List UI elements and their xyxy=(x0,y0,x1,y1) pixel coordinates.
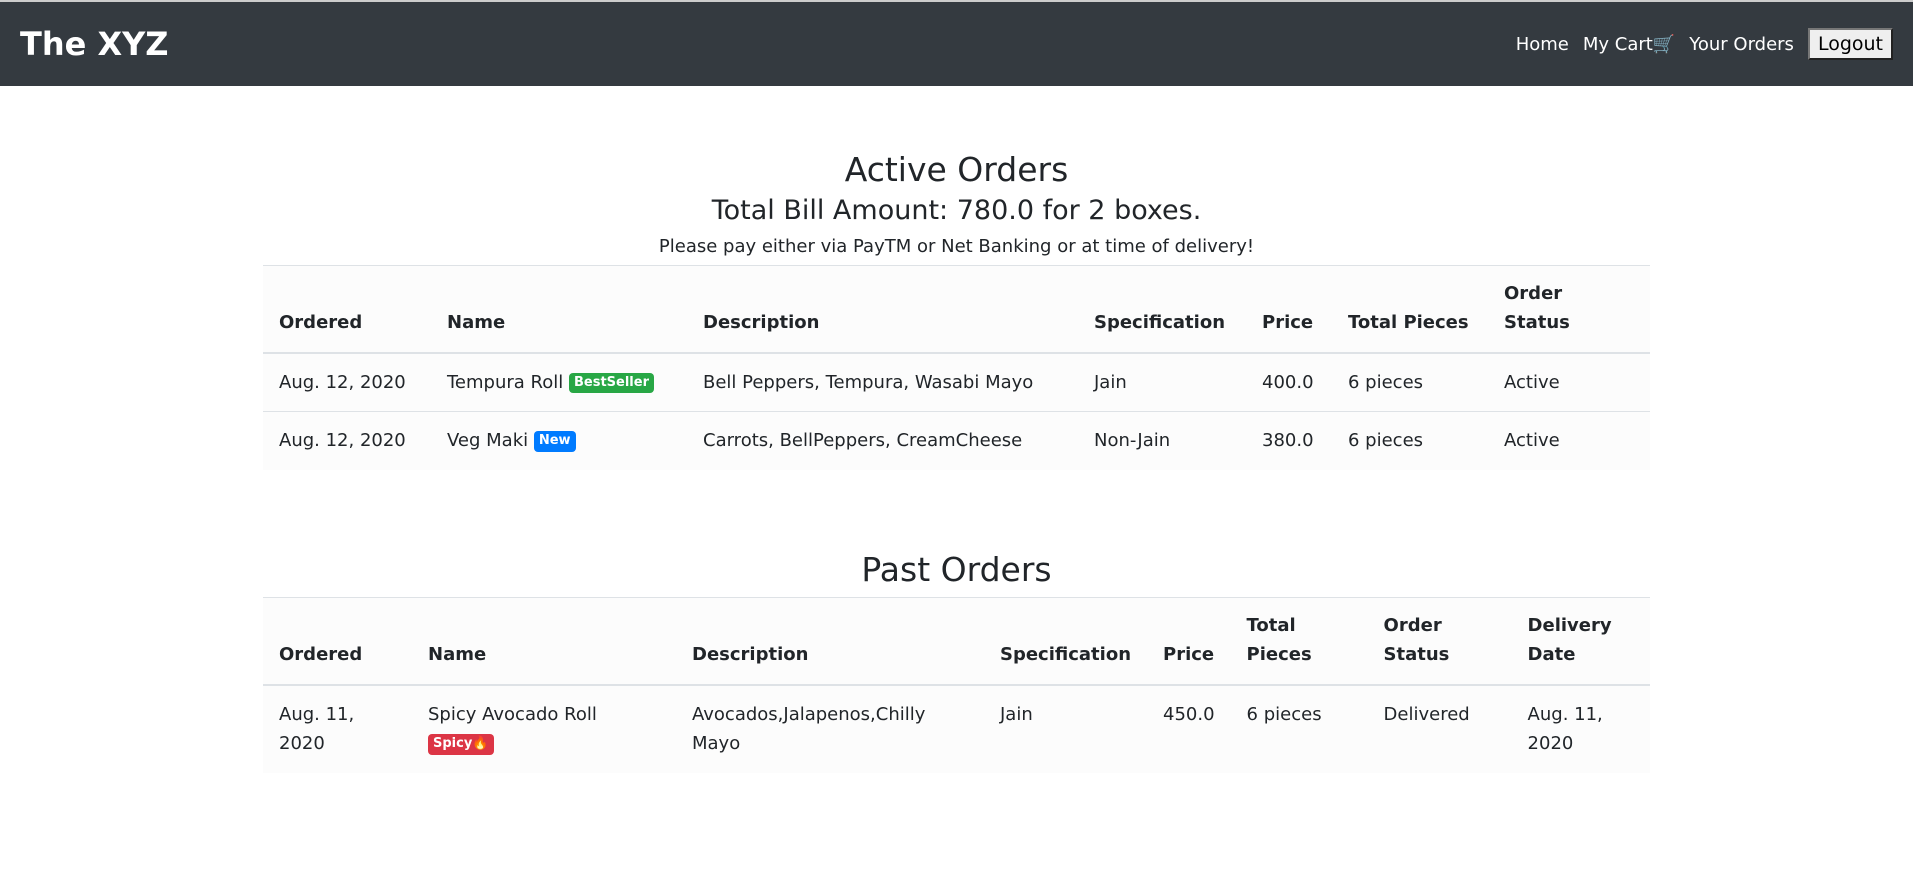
cell-spec: Jain xyxy=(984,684,1148,773)
cell-ordered: Aug. 12, 2020 xyxy=(263,352,431,412)
past-orders-table: Ordered Name Description Specification P… xyxy=(263,596,1650,773)
item-badge: BestSeller xyxy=(568,372,654,394)
col-header: Total Pieces xyxy=(1332,264,1488,354)
total-bill: Total Bill Amount: 780.0 for 2 boxes. xyxy=(711,195,1202,226)
active-orders-title: Active Orders xyxy=(844,150,1069,189)
col-header: Name xyxy=(412,596,676,686)
cell-delivery: Aug. 11, 2020 xyxy=(1511,684,1650,773)
item-badge: Spicy🔥 xyxy=(428,734,494,756)
table-row: Aug. 12, 2020 Tempura Roll BestSeller Bell… xyxy=(263,352,1650,412)
nav-links: Home My Cart🛒 Your Orders Logout xyxy=(1516,28,1893,60)
active-orders-table: Ordered Name Description Specification P… xyxy=(263,264,1650,470)
col-header: Ordered xyxy=(263,596,412,686)
cell-spec: Non-Jain xyxy=(1078,411,1246,470)
cart-icon: 🛒 xyxy=(1652,33,1676,55)
past-orders-title: Past Orders xyxy=(861,549,1052,589)
brand-logo[interactable]: The XYZ xyxy=(20,25,169,63)
cell-spec: Jain xyxy=(1078,352,1246,412)
cell-ordered: Aug. 11, 2020 xyxy=(263,684,412,773)
cell-desc: Avocados,Jalapenos,Chilly Mayo xyxy=(676,684,984,773)
col-header: Price xyxy=(1246,264,1332,354)
item-name: Tempura Roll xyxy=(447,371,564,393)
table-row: Aug. 11, 2020 Spicy Avocado Roll Spicy🔥 Av… xyxy=(263,684,1650,773)
col-header: Order Status xyxy=(1367,596,1512,686)
col-header: Description xyxy=(676,596,984,686)
col-header: Name xyxy=(431,264,687,354)
item-name: Spicy Avocado Roll xyxy=(428,703,597,725)
cart-label: My Cart xyxy=(1582,33,1653,55)
nav-home-link[interactable]: Home xyxy=(1516,34,1569,55)
cell-name: Veg Maki New xyxy=(431,411,687,470)
col-header: Total Pieces xyxy=(1230,596,1368,686)
cell-name: Tempura Roll BestSeller xyxy=(431,352,687,412)
cell-price: 450.0 xyxy=(1147,684,1231,773)
cell-status: Active xyxy=(1488,352,1650,412)
cell-pieces: 6 pieces xyxy=(1230,684,1368,773)
cell-price: 380.0 xyxy=(1246,411,1332,470)
item-name: Veg Maki xyxy=(447,430,529,452)
col-header: Description xyxy=(687,264,1078,354)
col-header: Specification xyxy=(1078,264,1246,354)
table-row: Aug. 12, 2020 Veg Maki New Carrots, BellPe… xyxy=(263,411,1650,470)
nav-orders-link[interactable]: Your Orders xyxy=(1689,34,1794,55)
col-header: Ordered xyxy=(263,264,431,354)
nav-cart-link[interactable]: My Cart🛒 xyxy=(1583,34,1675,55)
cell-name: Spicy Avocado Roll Spicy🔥 xyxy=(412,684,676,773)
cell-status: Active xyxy=(1488,411,1650,470)
col-header: Order Status xyxy=(1488,264,1650,354)
cell-desc: Bell Peppers, Tempura, Wasabi Mayo xyxy=(687,352,1078,412)
cell-pieces: 6 pieces xyxy=(1332,352,1488,412)
cell-status: Delivered xyxy=(1367,684,1512,773)
payment-note: Please pay either via PayTM or Net Banki… xyxy=(658,236,1255,257)
item-badge: New xyxy=(533,431,576,453)
col-header: Delivery Date xyxy=(1511,596,1650,686)
col-header: Price xyxy=(1147,596,1231,686)
cell-ordered: Aug. 12, 2020 xyxy=(263,411,431,470)
cell-desc: Carrots, BellPeppers, CreamCheese xyxy=(687,411,1078,470)
navbar: The XYZ Home My Cart🛒 Your Orders Logout xyxy=(0,0,1913,86)
logout-button[interactable]: Logout xyxy=(1807,28,1893,60)
cell-price: 400.0 xyxy=(1246,352,1332,412)
col-header: Specification xyxy=(984,596,1148,686)
cell-pieces: 6 pieces xyxy=(1332,411,1488,470)
